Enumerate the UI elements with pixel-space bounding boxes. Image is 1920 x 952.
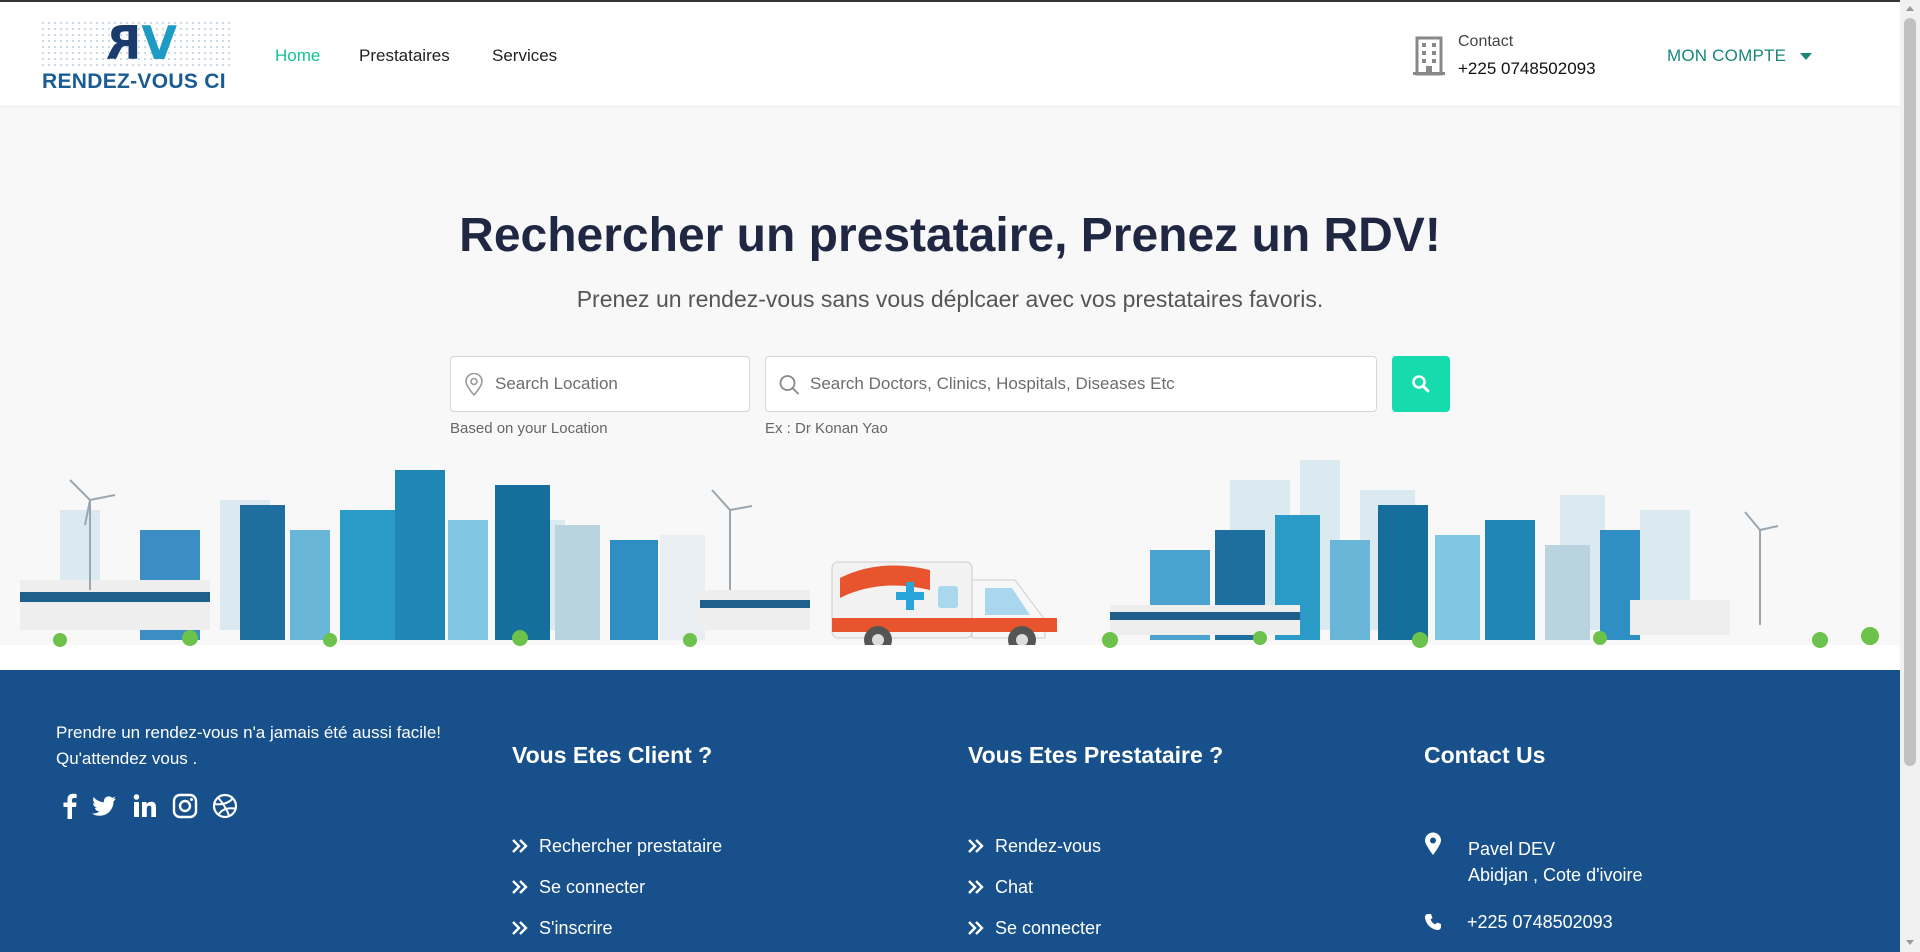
- page-scrollbar[interactable]: [1900, 0, 1920, 952]
- scrollbar-thumb[interactable]: [1904, 18, 1916, 766]
- chevron-down-icon[interactable]: [1800, 53, 1812, 60]
- map-marker-icon: [1425, 832, 1441, 855]
- phone-icon: [1425, 914, 1441, 930]
- site-footer: Prendre un rendez-vous n'a jamais été au…: [0, 670, 1900, 952]
- account-menu-button[interactable]: MON COMPTE: [1667, 46, 1786, 66]
- footer-contact-phone[interactable]: +225 0748502093: [1467, 912, 1613, 933]
- facebook-icon[interactable]: [56, 792, 84, 820]
- search-icon: [779, 375, 799, 395]
- contact-city: Abidjan , Cote d'ivoire: [1468, 865, 1643, 885]
- city-illustration: [0, 460, 1900, 670]
- logo-monogram: RV: [106, 16, 178, 70]
- client-column-title: Vous Etes Client ?: [512, 742, 713, 768]
- contact-label: Contact: [1458, 33, 1514, 50]
- double-chevron-right-icon: [968, 880, 984, 894]
- provider-column-title: Vous Etes Prestataire ?: [968, 742, 1224, 768]
- instagram-icon[interactable]: [171, 792, 199, 820]
- scroll-down-arrow-icon[interactable]: [1906, 940, 1914, 945]
- nav-services[interactable]: Services: [492, 46, 557, 66]
- contact-phone[interactable]: +225 0748502093: [1458, 59, 1596, 79]
- scroll-up-arrow-icon[interactable]: [1906, 6, 1914, 11]
- query-input[interactable]: [810, 357, 1368, 411]
- contact-address: Pavel DEV Abidjan , Cote d'ivoire: [1468, 836, 1643, 888]
- site-logo[interactable]: RV RENDEZ-VOUS CI: [40, 16, 232, 95]
- footer-about: Prendre un rendez-vous n'a jamais été au…: [56, 723, 442, 768]
- twitter-icon[interactable]: [90, 792, 118, 820]
- double-chevron-right-icon: [968, 839, 984, 853]
- double-chevron-right-icon: [512, 880, 528, 894]
- hero-title: Rechercher un prestataire, Prenez un RDV…: [459, 209, 1441, 262]
- map-pin-icon: [465, 373, 483, 397]
- query-field[interactable]: [765, 356, 1377, 412]
- location-input[interactable]: [495, 357, 741, 411]
- search-button[interactable]: [1392, 356, 1450, 412]
- double-chevron-right-icon: [968, 921, 984, 935]
- logo-text: RENDEZ-VOUS CI: [42, 70, 226, 93]
- site-header: RV RENDEZ-VOUS CI Home Prestataires Serv…: [0, 0, 1900, 107]
- query-hint: Ex : Dr Konan Yao: [765, 420, 888, 437]
- nav-prestataires[interactable]: Prestataires: [359, 46, 450, 66]
- double-chevron-right-icon: [512, 921, 528, 935]
- contact-name: Pavel DEV: [1468, 839, 1556, 859]
- contact-column-title: Contact Us: [1424, 742, 1546, 768]
- hero-subtitle: Prenez un rendez-vous sans vous déplcaer…: [576, 286, 1324, 312]
- double-chevron-right-icon: [512, 839, 528, 853]
- nav-home[interactable]: Home: [275, 46, 320, 66]
- location-field[interactable]: [450, 356, 750, 412]
- linkedin-icon[interactable]: [131, 792, 159, 820]
- dribbble-icon[interactable]: [211, 792, 239, 820]
- building-icon: [1413, 36, 1445, 76]
- location-hint: Based on your Location: [450, 420, 608, 437]
- search-icon: [1412, 375, 1430, 393]
